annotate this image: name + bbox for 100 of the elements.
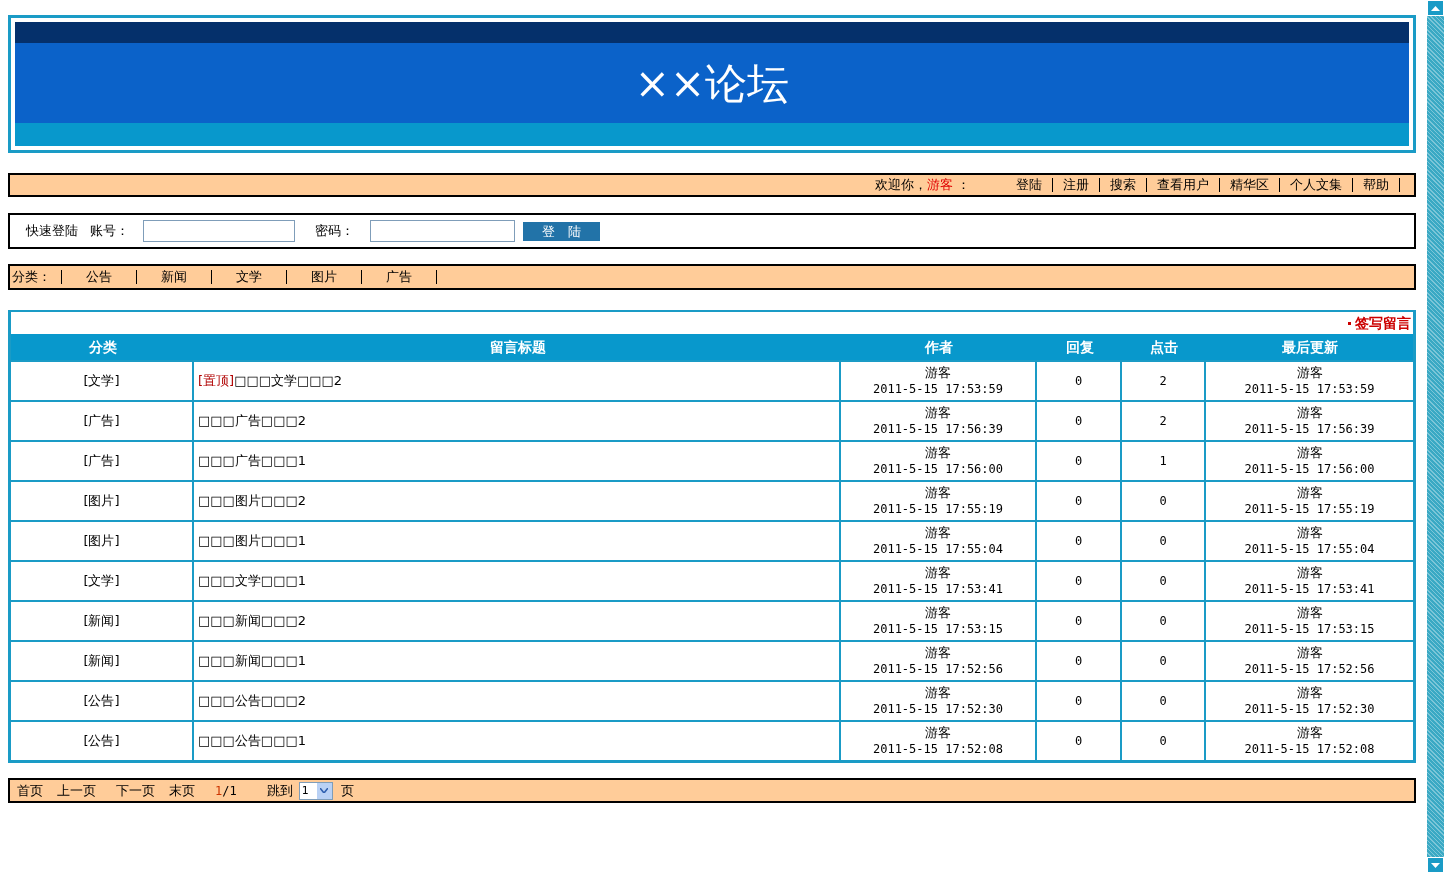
category-link[interactable]: 图片	[311, 267, 337, 287]
author-name: 游客	[925, 684, 951, 701]
topic-title-link[interactable]: □□□新闻□□□1	[198, 651, 306, 671]
category-tag: [公告]	[83, 731, 120, 751]
reply-count: 0	[1074, 453, 1083, 470]
nav-link[interactable]: 精华区	[1230, 175, 1269, 195]
column-header: 分类	[87, 337, 118, 357]
timestamp: 2011-5-15 17:53:59	[1244, 381, 1375, 398]
author-name: 游客	[925, 444, 951, 461]
scrollbar[interactable]	[1427, 0, 1444, 873]
timestamp: 2011-5-15 17:55:04	[872, 541, 1003, 558]
quick-login-label: 快速登陆	[26, 222, 78, 241]
page-link[interactable]: 上一页	[57, 780, 96, 801]
category-label: 分类：	[12, 268, 51, 287]
reply-count: 0	[1074, 373, 1083, 390]
page-unit-label: 页	[340, 781, 354, 800]
author-name: 游客	[1296, 564, 1323, 581]
column-header: 留言标题	[488, 337, 547, 357]
topic-title-link[interactable]: □□□图片□□□2	[198, 491, 306, 511]
topic-title-link[interactable]: □□□公告□□□2	[198, 691, 306, 711]
author-name: 游客	[1296, 644, 1323, 661]
timestamp: 2011-5-15 17:53:15	[872, 621, 1003, 638]
click-count: 0	[1159, 613, 1167, 630]
column-header: 作者	[923, 337, 954, 357]
reply-count: 0	[1074, 413, 1083, 430]
bullet-icon	[1348, 321, 1351, 325]
category-tag: [新闻]	[83, 611, 120, 631]
category-tag: [广告]	[83, 451, 120, 471]
category-tag: [图片]	[83, 491, 120, 511]
author-name: 游客	[925, 524, 951, 541]
password-input[interactable]	[370, 220, 515, 242]
scroll-up-icon	[1431, 5, 1440, 11]
timestamp: 2011-5-15 17:56:00	[1244, 461, 1375, 478]
timestamp: 2011-5-15 17:55:19	[872, 501, 1003, 518]
topic-title-link[interactable]: □□□文学□□□1	[198, 571, 306, 591]
author-name: 游客	[1296, 604, 1323, 621]
click-count: 0	[1159, 573, 1167, 590]
click-count: 0	[1159, 533, 1167, 550]
category-tag: [文学]	[83, 371, 120, 391]
category-link[interactable]: 新闻	[161, 267, 187, 287]
nav-link[interactable]: 搜索	[1110, 175, 1136, 195]
category-tag: [文学]	[83, 571, 120, 591]
scroll-up-button[interactable]	[1427, 0, 1444, 16]
category-tag: [广告]	[83, 411, 120, 431]
page-select[interactable]: 1	[298, 781, 333, 800]
topic-title-link[interactable]: □□□广告□□□1	[198, 451, 306, 471]
login-button[interactable]: 登 陆	[523, 221, 600, 241]
nav-link[interactable]: 帮助	[1363, 175, 1389, 195]
click-count: 1	[1159, 453, 1167, 470]
category-link[interactable]: 文学	[236, 267, 262, 287]
timestamp: 2011-5-15 17:53:41	[1244, 581, 1375, 598]
timestamp: 2011-5-15 17:56:00	[872, 461, 1003, 478]
timestamp: 2011-5-15 17:52:30	[872, 701, 1003, 718]
page-link[interactable]: 末页	[169, 780, 195, 801]
author-name: 游客	[1296, 724, 1323, 741]
author-name: 游客	[925, 364, 951, 381]
column-header: 回复	[1064, 337, 1095, 357]
author-name: 游客	[925, 564, 951, 581]
column-header: 最后更新	[1280, 337, 1339, 357]
password-label: 密码：	[315, 222, 354, 241]
current-page: 1	[215, 782, 223, 800]
reply-count: 0	[1074, 613, 1083, 630]
total-pages: /1	[222, 782, 237, 800]
reply-count: 0	[1074, 533, 1083, 550]
author-name: 游客	[1296, 444, 1323, 461]
nav-link[interactable]: 注册	[1063, 175, 1089, 195]
author-name: 游客	[1296, 404, 1323, 421]
author-name: 游客	[925, 484, 951, 501]
topic-title-link[interactable]: □□□文学□□□2	[234, 371, 343, 391]
author-name: 游客	[1296, 524, 1323, 541]
colon-text: ：	[957, 176, 970, 195]
click-count: 0	[1159, 733, 1167, 750]
timestamp: 2011-5-15 17:55:04	[1244, 541, 1375, 558]
category-tag: [新闻]	[83, 651, 120, 671]
greeting-text: 欢迎你，	[875, 176, 927, 195]
topic-title-link[interactable]: □□□新闻□□□2	[198, 611, 306, 631]
nav-link[interactable]: 登陆	[1016, 175, 1042, 195]
site-title: ××论坛	[634, 57, 790, 110]
page-link[interactable]: 首页	[17, 780, 43, 801]
page-link[interactable]: 下一页	[116, 780, 155, 801]
author-name: 游客	[1296, 484, 1323, 501]
click-count: 0	[1159, 493, 1167, 510]
category-link[interactable]: 广告	[386, 267, 412, 287]
jump-label: 跳到	[266, 781, 293, 800]
topic-title-link[interactable]: □□□图片□□□1	[198, 531, 306, 551]
topic-title-link[interactable]: □□□广告□□□2	[198, 411, 306, 431]
nav-link[interactable]: 个人文集	[1290, 175, 1342, 195]
reply-count: 0	[1074, 733, 1083, 750]
post-message-link[interactable]: 签写留言	[1348, 312, 1411, 334]
timestamp: 2011-5-15 17:53:41	[872, 581, 1003, 598]
nav-link[interactable]: 查看用户	[1157, 175, 1209, 195]
account-label: 账号：	[90, 222, 129, 241]
timestamp: 2011-5-15 17:53:59	[872, 381, 1003, 398]
timestamp: 2011-5-15 17:56:39	[1244, 421, 1375, 438]
timestamp: 2011-5-15 17:55:19	[1244, 501, 1375, 518]
scroll-down-button[interactable]	[1427, 857, 1444, 873]
timestamp: 2011-5-15 17:52:30	[1244, 701, 1375, 718]
account-input[interactable]	[143, 220, 295, 242]
category-link[interactable]: 公告	[86, 267, 112, 287]
topic-title-link[interactable]: □□□公告□□□1	[198, 731, 306, 751]
